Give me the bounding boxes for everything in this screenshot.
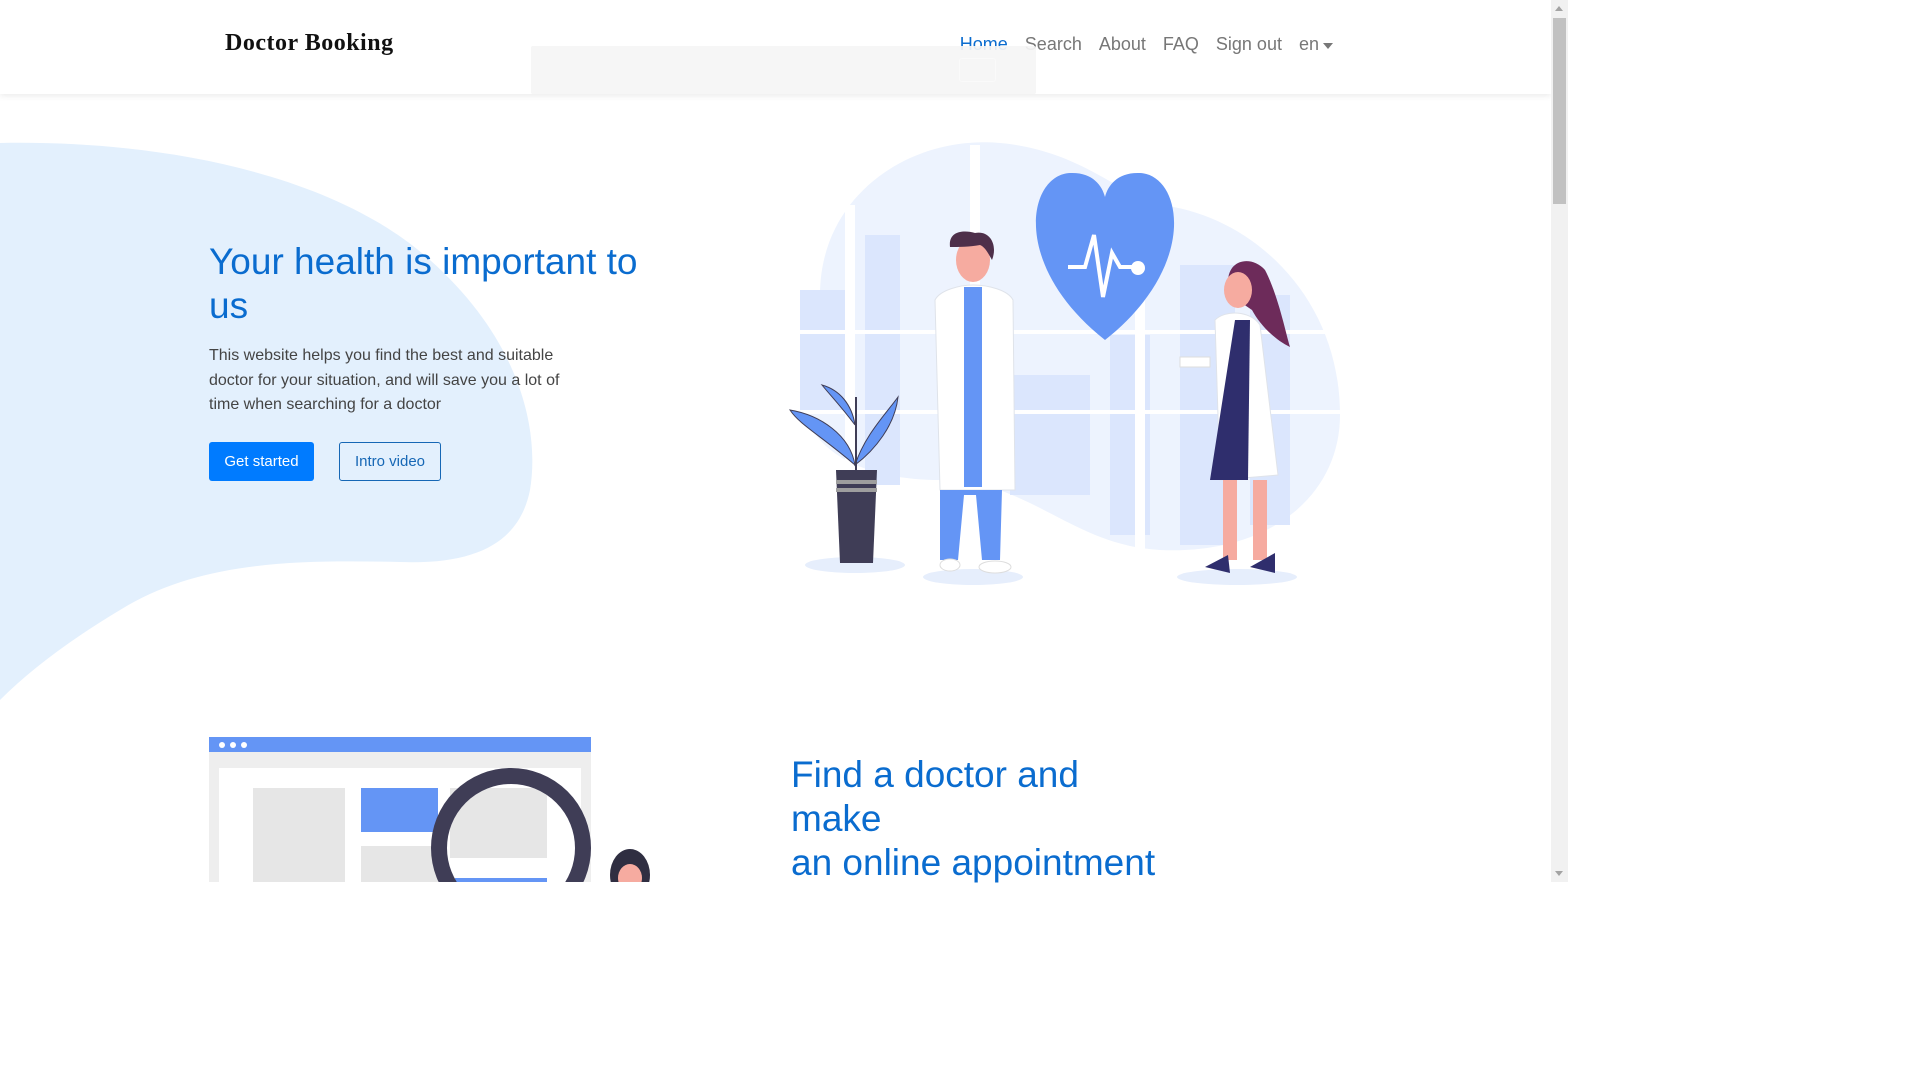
get-started-button[interactable]: Get started [209, 442, 314, 481]
fullscreen-notice-text: To exit full screen, move mouse to top o… [571, 62, 951, 78]
scroll-up-icon[interactable] [1555, 6, 1563, 11]
section-title-line-2: make [791, 798, 882, 839]
nav-faq-link[interactable]: FAQ [1163, 34, 1199, 55]
brand-logo[interactable]: Doctor Booking [225, 30, 394, 57]
nav-about-link[interactable]: About [1099, 34, 1146, 55]
search-magnifier-illustration [209, 737, 650, 882]
page-scrollbar[interactable] [1551, 0, 1568, 882]
language-dropdown[interactable]: en [1299, 34, 1333, 55]
section-title-line-3: an online appointment [791, 842, 1156, 883]
hero-title: Your health is important to us [209, 241, 638, 326]
scroll-down-icon[interactable] [1555, 871, 1563, 876]
nav-signout-link[interactable]: Sign out [1216, 34, 1282, 55]
caret-down-icon [1323, 42, 1333, 49]
intro-video-button[interactable]: Intro video [339, 442, 441, 481]
section-title-line-1: Find a doctor and [791, 754, 1079, 795]
hero-description: This website helps you find the best and… [209, 347, 560, 413]
scrollbar-thumb[interactable] [1553, 18, 1566, 204]
section-title: Find a doctor and make an online appoint… [791, 753, 1211, 885]
fullscreen-notice: To exit full screen, move mouse to top o… [531, 46, 1036, 94]
language-label: en [1298, 34, 1319, 54]
fullscreen-key: F11 [958, 58, 996, 82]
doctors-heart-illustration [788, 142, 1340, 585]
